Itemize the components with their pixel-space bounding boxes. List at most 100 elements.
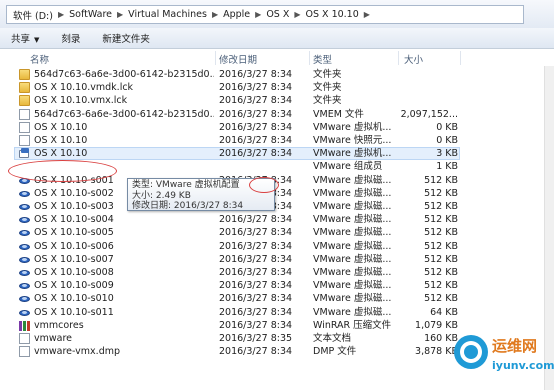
column-name[interactable]: 名称 (30, 52, 49, 66)
disk-icon (19, 241, 30, 252)
column-divider[interactable] (309, 51, 310, 65)
share-button[interactable]: 共享 ▼ (0, 31, 50, 45)
file-type: VMEM 文件 (313, 108, 364, 120)
file-date: 2016/3/27 8:35 (219, 333, 293, 344)
file-row[interactable]: OS X 10.10-s007 2016/3/27 8:34 VMware 虚拟磁.… (0, 253, 554, 266)
chevron-right-icon[interactable]: ▶ (116, 10, 124, 19)
file-row[interactable]: OS X 10.10-s0032016/3/27 8:34VMware 虚拟磁.… (0, 200, 554, 213)
file-size: 512 KB (424, 280, 458, 292)
chevron-right-icon[interactable]: ▶ (293, 10, 301, 19)
disk-icon (19, 188, 30, 199)
file-date: 2016/3/27 8:34 (219, 319, 293, 331)
file-row[interactable]: OS X 10.10-s004 2016/3/27 8:34 VMware 虚拟磁.… (0, 213, 554, 226)
file-size: 512 KB (424, 240, 458, 252)
disk-icon (19, 227, 30, 238)
file-row[interactable]: 564d7c63-6a6e-3d00-6142-b2315d0... 2016/3… (0, 108, 554, 121)
file-icon (19, 135, 30, 146)
file-name: OS X 10.10 (34, 135, 88, 146)
breadcrumb-item[interactable]: 软件 (D:) (9, 8, 57, 22)
file-date: 2016/3/27 8:34 (219, 227, 293, 239)
folder-icon (19, 95, 30, 107)
file-name: OS X 10.10-s007 (34, 253, 114, 265)
file-date: 2016/3/27 8:34 (219, 293, 293, 305)
file-date: 2016/3/27 8:34 (219, 135, 293, 146)
column-size[interactable]: 大小 (404, 52, 423, 66)
file-name: OS X 10.10-s011 (34, 306, 114, 318)
breadcrumb-item[interactable]: Apple (219, 9, 254, 20)
file-type: VMware 虚拟磁... (313, 201, 392, 212)
file-type: VMware 虚拟磁... (313, 267, 392, 278)
file-date: 2016/3/27 8:34 (219, 240, 293, 252)
disk-icon (19, 307, 30, 318)
chevron-right-icon[interactable]: ▶ (254, 10, 262, 19)
file-date: 2016/3/27 8:34 (219, 121, 293, 133)
file-date: 2016/3/27 8:34 (219, 108, 293, 120)
file-row[interactable]: OS X 10.10-s006 2016/3/27 8:34 VMware 虚拟磁.… (0, 240, 554, 253)
share-label: 共享 (11, 34, 31, 45)
file-name: OS X 10.10.vmdk.lck (34, 82, 134, 94)
chevron-down-icon: ▼ (34, 36, 40, 44)
chevron-right-icon[interactable]: ▶ (57, 10, 65, 19)
file-row[interactable]: OS X 10.10-s009 2016/3/27 8:34 VMware 虚拟磁.… (0, 279, 554, 292)
file-size: 2,097,152... (400, 108, 458, 120)
disk-icon (19, 267, 30, 278)
chevron-right-icon[interactable]: ▶ (211, 10, 219, 19)
file-name: vmware-vmx.dmp (34, 346, 121, 358)
chevron-right-icon[interactable]: ▶ (363, 10, 371, 19)
file-date: 2016/3/27 8:34 (219, 280, 293, 292)
file-size: 512 KB (424, 253, 458, 265)
breadcrumb[interactable]: 软件 (D:) ▶ SoftWare ▶ Virtual Machines ▶ Apple ▶… (6, 5, 524, 24)
new-folder-button[interactable]: 新建文件夹 (91, 31, 161, 45)
file-name: OS X 10.10.vmx.lck (34, 95, 128, 107)
disk-icon (19, 293, 30, 304)
file-size: 512 KB (424, 214, 458, 226)
file-row[interactable]: OS X 10.10 2016/3/27 8:34 VMware 快照元... 0 K… (0, 134, 554, 147)
tooltip-size: 大小: 2.49 KB (132, 190, 191, 201)
breadcrumb-item[interactable]: OS X (262, 9, 293, 20)
column-divider[interactable] (398, 51, 399, 65)
file-size: 1 KB (436, 161, 458, 173)
file-row[interactable]: 564d7c63-6a6e-3d00-6142-b2315d0... 2016/3… (0, 68, 554, 81)
watermark-url: iyunv.com (492, 359, 554, 372)
file-type: VMware 虚拟磁... (313, 214, 392, 226)
breadcrumb-item[interactable]: OS X 10.10 (302, 9, 363, 20)
file-row[interactable]: OS X 10.10-s010 2016/3/27 8:34 VMware 虚拟磁.… (0, 292, 554, 305)
column-header: 名称 修改日期 类型 大小 (0, 50, 554, 66)
file-date: 2016/3/27 8:34 (219, 346, 293, 358)
disk-icon (19, 280, 30, 291)
column-date[interactable]: 修改日期 (219, 52, 257, 66)
file-name: OS X 10.10-s008 (34, 267, 114, 278)
file-type: WinRAR 压缩文件 (313, 319, 392, 331)
file-icon (19, 333, 30, 344)
command-bar: 共享 ▼ 刻录 新建文件夹 (0, 28, 554, 49)
archive-icon (19, 320, 30, 331)
column-divider[interactable] (215, 51, 216, 65)
file-size: 512 KB (424, 187, 458, 199)
breadcrumb-item[interactable]: SoftWare (65, 9, 116, 20)
file-name: OS X 10.10-s004 (34, 214, 114, 226)
disk-icon (19, 201, 30, 212)
file-type: VMware 快照元... (313, 135, 392, 146)
file-row[interactable]: OS X 10.10.vmdk.lck 2016/3/27 8:34 文件夹 (0, 81, 554, 94)
breadcrumb-item[interactable]: Virtual Machines (124, 9, 211, 20)
file-name: OS X 10.10-s005 (34, 227, 114, 239)
file-size (398, 94, 458, 107)
file-type: VMware 虚拟磁... (313, 240, 392, 252)
column-divider[interactable] (460, 51, 461, 65)
disk-icon (19, 254, 30, 265)
file-name: vmmcores (34, 319, 84, 331)
file-type: 文件夹 (313, 69, 342, 80)
column-type[interactable]: 类型 (313, 52, 332, 66)
burn-button[interactable]: 刻录 (50, 31, 91, 45)
file-row[interactable]: OS X 10.10 2016/3/27 8:34 VMware 虚拟机... 0 K… (0, 121, 554, 134)
file-row[interactable]: OS X 10.10-s008 2016/3/27 8:34 VMware 虚拟磁.… (0, 266, 554, 279)
file-type: VMware 虚拟磁... (313, 187, 392, 199)
disk-icon (19, 214, 30, 225)
vmware-icon (19, 148, 30, 159)
file-size: 0 KB (436, 135, 458, 146)
file-row[interactable]: OS X 10.10 2016/3/27 8:34 VMware 虚拟机... 3 K… (0, 147, 554, 161)
file-row[interactable]: OS X 10.10-s011 2016/3/27 8:34 VMware 虚拟磁.… (0, 306, 554, 319)
file-type: 文件夹 (313, 95, 342, 107)
file-row[interactable]: OS X 10.10.vmx.lck 2016/3/27 8:34 文件夹 (0, 94, 554, 107)
file-row[interactable]: OS X 10.10-s005 2016/3/27 8:34 VMware 虚拟磁.… (0, 226, 554, 239)
